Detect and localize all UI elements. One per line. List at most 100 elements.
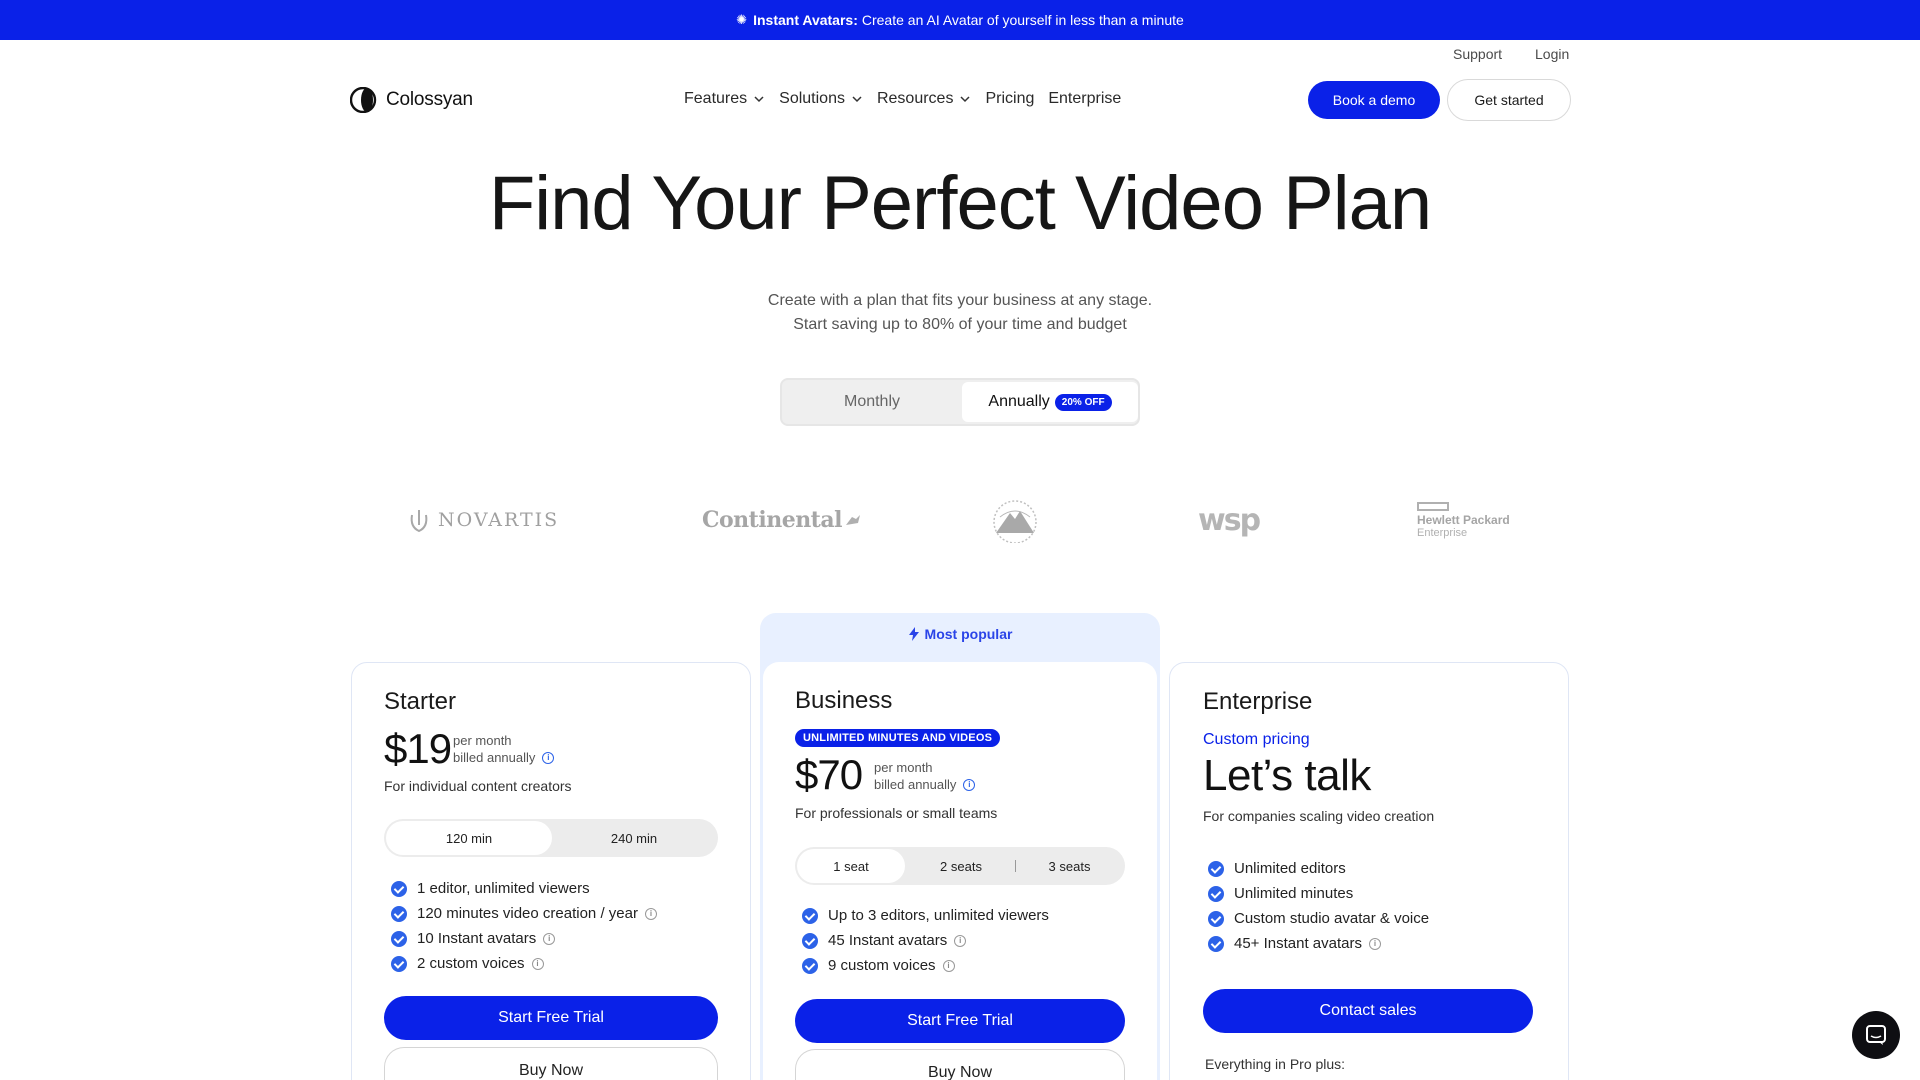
nav-features-label: Features <box>684 90 748 107</box>
check-icon <box>802 957 818 974</box>
nav-pricing-label: Pricing <box>985 90 1035 107</box>
check-icon <box>391 955 407 972</box>
main-nav: Features Solutions Resources Pricing Ent… <box>684 87 1131 111</box>
client-logo-hpe: Hewlett Packard Enterprise <box>1417 495 1510 545</box>
start-free-trial-button[interactable]: Start Free Trial <box>384 996 718 1040</box>
hero-subtitle-line1: Create with a plan that fits your busine… <box>767 292 1153 309</box>
billing-toggle: Monthly Annually 20% OFF <box>780 378 1140 426</box>
login-link[interactable]: Login <box>1535 46 1569 62</box>
custom-pricing-label: Custom pricing <box>1203 731 1310 748</box>
nav-enterprise[interactable]: Enterprise <box>1048 90 1121 108</box>
feature-item: Custom studio avatar & voice <box>1208 906 1429 931</box>
plan-description: For professionals or small teams <box>795 805 998 821</box>
feature-text: 1 editor, unlimited viewers <box>417 880 590 897</box>
brand-logo[interactable]: Colossyan <box>350 86 473 114</box>
billing-annually-option[interactable]: Annually 20% OFF <box>962 382 1138 422</box>
price-period: per month <box>453 733 512 748</box>
nav-pricing[interactable]: Pricing <box>985 90 1034 108</box>
lightning-icon <box>908 627 919 641</box>
billing-note: billed annually <box>453 750 536 765</box>
chevron-down-icon <box>852 96 862 103</box>
nav-solutions-label: Solutions <box>779 90 845 107</box>
nav-features[interactable]: Features <box>684 90 765 108</box>
feature-text: Unlimited editors <box>1234 860 1346 877</box>
feature-item: Unlimited minutes <box>1208 881 1429 906</box>
plan-name: Starter <box>384 688 457 715</box>
info-icon[interactable]: i <box>644 907 657 920</box>
check-icon <box>1208 860 1224 877</box>
feature-text: 45 Instant avatars <box>828 932 948 949</box>
plan-card-business: Business UNLIMITED MINUTES AND VIDEOS $7… <box>763 662 1157 1080</box>
info-icon[interactable]: i <box>954 934 967 947</box>
plan-price: $70 <box>795 751 863 798</box>
client-logo-novartis: NOVARTIS <box>408 495 559 545</box>
info-icon[interactable]: i <box>542 751 555 764</box>
support-link[interactable]: Support <box>1453 46 1502 62</box>
option-1-seat[interactable]: 1 seat <box>797 849 905 883</box>
client-logo-continental: Continental <box>702 495 862 545</box>
feature-list: Unlimited editors Unlimited minutes Cust… <box>1208 856 1429 956</box>
chat-launcher-button[interactable] <box>1852 1011 1900 1059</box>
check-icon <box>391 905 407 922</box>
minutes-selector: 120 min 240 min <box>384 819 718 857</box>
option-2-seats[interactable]: 2 seats <box>907 849 1015 883</box>
feature-list: 1 editor, unlimited viewers 120 minutes … <box>391 876 657 976</box>
price-note: per month billed annually i <box>453 732 555 766</box>
info-icon[interactable]: i <box>543 932 556 945</box>
hpe-wordmark-line1: Hewlett Packard <box>1417 512 1510 527</box>
option-120-min[interactable]: 120 min <box>386 821 552 855</box>
nav-resources[interactable]: Resources <box>877 90 971 108</box>
brand-name: Colossyan <box>386 89 473 110</box>
announcement-bar[interactable]: ✺ Instant Avatars: Create an AI Avatar o… <box>0 0 1920 40</box>
check-icon <box>1208 885 1224 902</box>
info-icon[interactable]: i <box>942 959 955 972</box>
buy-now-button[interactable]: Buy Now <box>384 1047 718 1080</box>
feature-item: 45+ Instant avatars i <box>1208 931 1429 956</box>
get-started-button[interactable]: Get started <box>1447 79 1571 121</box>
plan-price: $19 <box>384 725 452 772</box>
contact-sales-button[interactable]: Contact sales <box>1203 989 1533 1033</box>
price-note: per month billed annually i <box>874 759 976 793</box>
feature-item: Up to 3 editors, unlimited viewers <box>802 903 1049 928</box>
check-icon <box>391 880 407 897</box>
novartis-wordmark: NOVARTIS <box>438 509 560 531</box>
unlimited-badge-wrap: UNLIMITED MINUTES AND VIDEOS <box>795 728 1001 747</box>
page-title: Find Your Perfect Video Plan <box>488 161 1432 246</box>
price-billing: billed annually i <box>874 776 976 793</box>
discount-badge: 20% OFF <box>1054 393 1112 411</box>
plan-card-starter: Starter $19 per month billed annually i … <box>351 662 751 1080</box>
feature-text: Unlimited minutes <box>1234 885 1354 902</box>
billing-monthly-option[interactable]: Monthly <box>784 382 960 422</box>
feature-item: Unlimited editors <box>1208 856 1429 881</box>
option-3-seats[interactable]: 3 seats <box>1016 849 1123 883</box>
announcement-title: Instant Avatars: <box>753 12 858 28</box>
info-icon[interactable]: i <box>963 778 976 791</box>
continental-horse-icon <box>845 515 860 525</box>
nav-resources-label: Resources <box>876 90 954 107</box>
info-icon[interactable]: i <box>531 957 544 970</box>
feature-item: 2 custom voices i <box>391 951 657 976</box>
billing-annually-label: Annually <box>988 393 1050 410</box>
hpe-wordmark-line2: Enterprise <box>1417 526 1468 539</box>
feature-list: Up to 3 editors, unlimited viewers 45 In… <box>802 903 1049 978</box>
buy-now-button[interactable]: Buy Now <box>795 1049 1125 1080</box>
start-free-trial-button[interactable]: Start Free Trial <box>795 999 1125 1043</box>
hero-subtitle-line2: Start saving up to 80% of your time and … <box>793 316 1127 333</box>
hpe-rectangle-icon <box>1417 501 1449 511</box>
check-icon <box>802 932 818 949</box>
nav-solutions[interactable]: Solutions <box>779 90 863 108</box>
feature-text: Up to 3 editors, unlimited viewers <box>828 907 1049 924</box>
announcement-text: Create an AI Avatar of yourself in less … <box>861 12 1184 28</box>
info-icon[interactable]: i <box>1369 937 1381 950</box>
option-240-min[interactable]: 240 min <box>552 821 716 855</box>
check-icon <box>1208 935 1224 952</box>
check-icon <box>802 907 818 924</box>
book-demo-button[interactable]: Book a demo <box>1308 81 1440 119</box>
feature-item: 45 Instant avatars i <box>802 928 1049 953</box>
feature-item: 9 custom voices i <box>802 953 1049 978</box>
feature-text: 45+ Instant avatars <box>1234 935 1362 952</box>
plan-name: Business <box>795 687 893 714</box>
continental-wordmark: Continental <box>702 507 842 533</box>
plan-name: Enterprise <box>1203 688 1313 715</box>
sparkle-icon: ✺ <box>736 12 748 27</box>
